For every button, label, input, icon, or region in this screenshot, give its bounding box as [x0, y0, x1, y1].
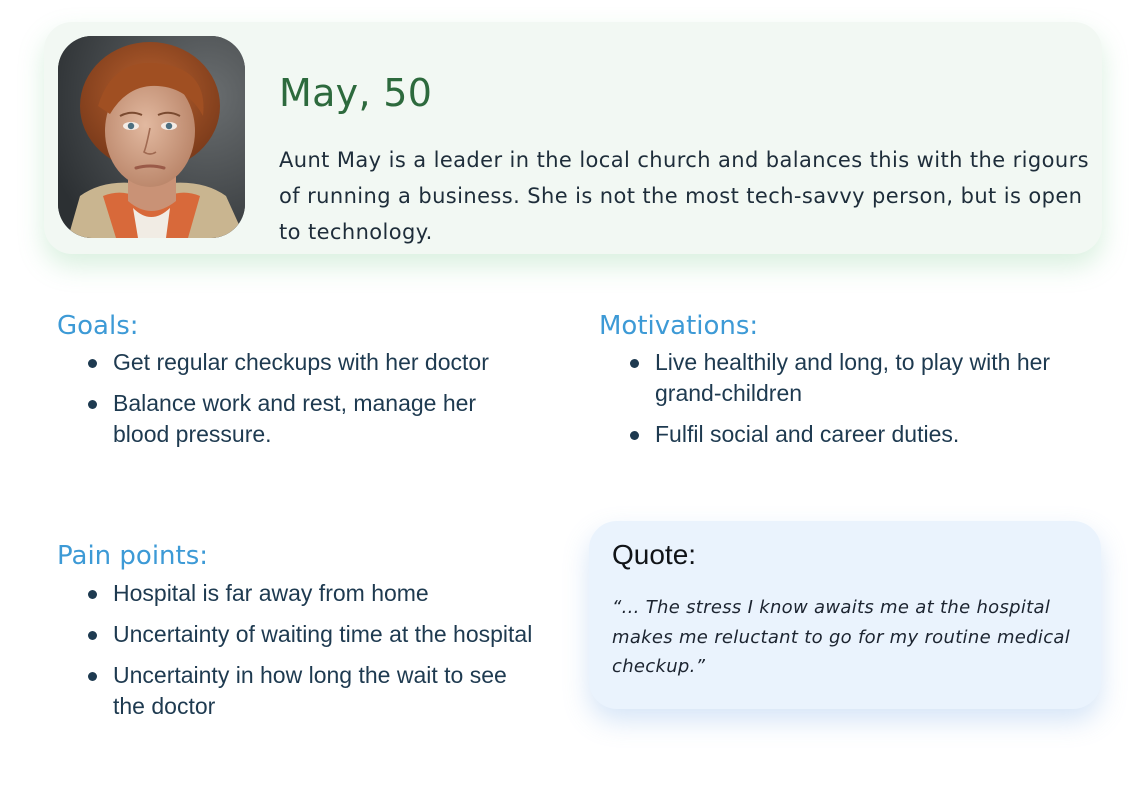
list-item: Get regular checkups with her doctor: [57, 347, 527, 378]
list-item-text: Get regular checkups with her doctor: [113, 349, 489, 375]
persona-description: Aunt May is a leader in the local church…: [279, 148, 1089, 244]
quote-title: Quote:: [612, 539, 697, 570]
motivations-heading: Motivations:: [599, 311, 759, 341]
goals-section: Goals: Get regular checkups with her doc…: [57, 313, 527, 450]
persona-name: May, 50: [279, 71, 433, 115]
bullet-icon: [88, 400, 97, 409]
pain-points-heading: Pain points:: [57, 541, 209, 571]
pain-points-section: Pain points: Hospital is far away from h…: [57, 543, 537, 722]
motivations-section: Motivations: Live healthily and long, to…: [599, 313, 1069, 450]
list-item-text: Live healthily and long, to play with he…: [655, 349, 1051, 406]
persona-avatar: [58, 36, 245, 238]
bullet-icon: [630, 359, 639, 368]
list-item-text: Uncertainty of waiting time at the hospi…: [113, 621, 533, 647]
bullet-icon: [88, 672, 97, 681]
pain-points-list: Hospital is far away from home Uncertain…: [57, 578, 537, 722]
list-item: Live healthily and long, to play with he…: [599, 347, 1069, 409]
list-item-text: Fulfil social and career duties.: [655, 421, 960, 447]
motivations-list: Live healthily and long, to play with he…: [599, 347, 1069, 450]
list-item-text: Balance work and rest, manage her blood …: [113, 390, 477, 447]
goals-list: Get regular checkups with her doctor Bal…: [57, 347, 527, 450]
list-item: Fulfil social and career duties.: [599, 419, 1069, 450]
persona-profile-card: May, 50 Aunt May is a leader in the loca…: [44, 22, 1102, 254]
goals-heading: Goals:: [57, 311, 139, 341]
list-item-text: Uncertainty in how long the wait to see …: [113, 662, 507, 719]
quote-card: Quote: “... The stress I know awaits me …: [589, 521, 1101, 709]
bullet-icon: [630, 431, 639, 440]
list-item-text: Hospital is far away from home: [113, 580, 429, 606]
bullet-icon: [88, 631, 97, 640]
quote-text: “... The stress I know awaits me at the …: [612, 597, 1071, 677]
bullet-icon: [88, 359, 97, 368]
bullet-icon: [88, 590, 97, 599]
list-item: Uncertainty of waiting time at the hospi…: [57, 619, 537, 650]
list-item: Balance work and rest, manage her blood …: [57, 388, 527, 450]
list-item: Hospital is far away from home: [57, 578, 537, 609]
list-item: Uncertainty in how long the wait to see …: [57, 660, 537, 722]
persona-portrait-icon: [58, 36, 245, 238]
